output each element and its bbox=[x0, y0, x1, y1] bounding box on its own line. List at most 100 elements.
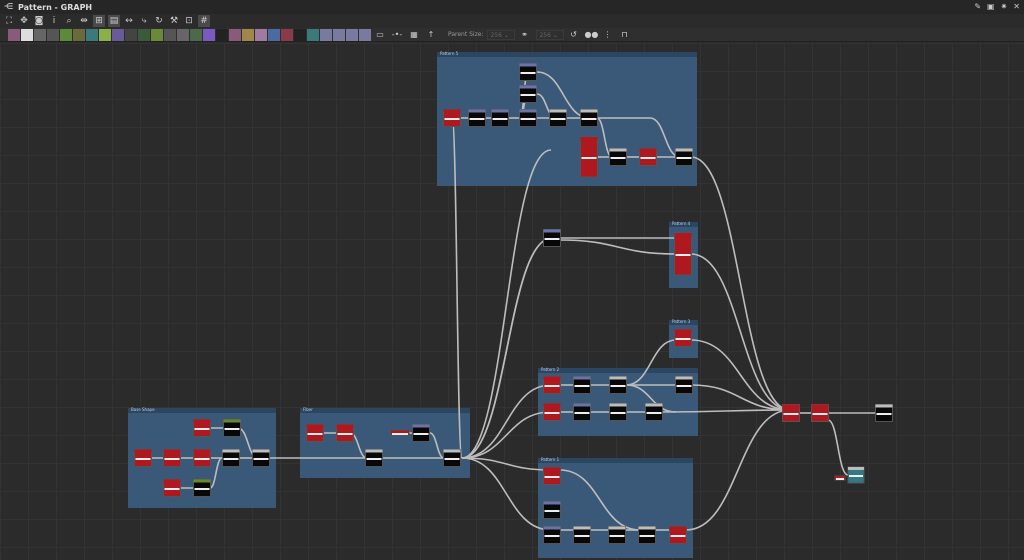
connection-wire[interactable] bbox=[660, 409, 791, 413]
transform-icon[interactable] bbox=[86, 28, 98, 41]
shuffle-icon[interactable] bbox=[47, 28, 59, 41]
connection-wire[interactable] bbox=[625, 339, 677, 386]
connection-wire[interactable] bbox=[690, 156, 791, 411]
connection-wire[interactable] bbox=[685, 409, 791, 531]
align-h-icon[interactable]: ●● bbox=[584, 29, 598, 41]
graph-node[interactable] bbox=[674, 329, 692, 347]
graph-node[interactable] bbox=[543, 501, 561, 519]
connection-wire[interactable] bbox=[559, 469, 641, 531]
connection-wire[interactable] bbox=[827, 419, 849, 476]
bitmap-icon[interactable] bbox=[8, 28, 20, 41]
tools-icon[interactable]: ⚒ bbox=[168, 15, 180, 27]
parent-width-select[interactable]: 256 ⌄ bbox=[487, 29, 516, 40]
color-wheel-icon[interactable] bbox=[203, 28, 215, 41]
comment-icon[interactable]: ▤ bbox=[108, 15, 120, 27]
switch-icon[interactable] bbox=[333, 28, 345, 41]
graph-node[interactable] bbox=[609, 376, 627, 394]
graph-node[interactable] bbox=[609, 403, 627, 421]
graph-node[interactable] bbox=[390, 430, 410, 436]
graph-node[interactable] bbox=[580, 136, 598, 178]
search-icon[interactable]: ⌕ bbox=[63, 15, 75, 27]
screenshot-icon[interactable]: ◙ bbox=[33, 15, 45, 27]
graph-node[interactable] bbox=[573, 403, 591, 421]
graph-node[interactable] bbox=[669, 526, 687, 544]
graph-node[interactable] bbox=[193, 449, 211, 467]
graph-node[interactable] bbox=[306, 424, 324, 442]
graph-node[interactable] bbox=[412, 424, 430, 442]
value-icon[interactable] bbox=[164, 28, 176, 41]
graph-node[interactable] bbox=[543, 376, 561, 394]
graph-node[interactable] bbox=[336, 424, 354, 442]
connection-wire[interactable] bbox=[690, 384, 791, 411]
graph-node[interactable] bbox=[580, 109, 598, 127]
graph-node[interactable] bbox=[875, 404, 893, 422]
frame-icon[interactable]: ▦ bbox=[408, 29, 420, 41]
connector-icon[interactable]: ⤷ bbox=[138, 15, 150, 27]
snap-icon[interactable]: ⊓ bbox=[618, 29, 630, 41]
noise-icon[interactable] bbox=[216, 28, 228, 41]
graph-node[interactable] bbox=[549, 109, 567, 127]
graph-node[interactable] bbox=[645, 403, 663, 421]
fx-map-icon[interactable] bbox=[294, 28, 306, 41]
graph-node[interactable] bbox=[193, 419, 211, 437]
graph-node[interactable] bbox=[163, 479, 181, 497]
graph-node[interactable] bbox=[468, 109, 486, 127]
graph-node[interactable] bbox=[675, 148, 693, 166]
graph-layout-icon[interactable]: ⊞ bbox=[93, 15, 105, 27]
connection-wire[interactable] bbox=[559, 239, 677, 255]
graph-node[interactable] bbox=[543, 229, 561, 247]
pin-icon[interactable]: ✎ bbox=[974, 2, 981, 11]
levels-icon[interactable] bbox=[73, 28, 85, 41]
graph-node[interactable] bbox=[443, 449, 461, 467]
svg-icon[interactable] bbox=[281, 28, 293, 41]
graph-node[interactable] bbox=[639, 148, 657, 166]
info-icon[interactable]: i bbox=[48, 15, 60, 27]
shape-icon[interactable] bbox=[112, 28, 124, 41]
tile-sampler-icon[interactable] bbox=[151, 28, 163, 41]
align-v-icon[interactable]: ⋮ bbox=[601, 29, 613, 41]
curve-icon[interactable] bbox=[99, 28, 111, 41]
warp-icon[interactable] bbox=[190, 28, 202, 41]
text-icon[interactable] bbox=[229, 28, 241, 41]
link-icon[interactable]: ⚭ bbox=[518, 29, 530, 41]
connection-wire[interactable] bbox=[461, 149, 552, 459]
graph-node[interactable] bbox=[519, 63, 537, 81]
graph-node[interactable] bbox=[573, 526, 591, 544]
close-icon[interactable]: ✕ bbox=[1013, 2, 1020, 11]
graph-node[interactable] bbox=[543, 467, 561, 485]
graph-node[interactable] bbox=[365, 449, 383, 467]
refresh-icon[interactable]: ↻ bbox=[153, 15, 165, 27]
dot-icon[interactable] bbox=[359, 28, 371, 41]
pin-icon[interactable]: -•- bbox=[391, 29, 403, 41]
connection-wire[interactable] bbox=[429, 432, 445, 459]
graph-node[interactable] bbox=[443, 109, 461, 127]
uniform-color-icon[interactable] bbox=[21, 28, 33, 41]
graph-node[interactable] bbox=[491, 109, 509, 127]
comment-icon[interactable]: ▭ bbox=[374, 29, 386, 41]
maximize-icon[interactable]: ✷ bbox=[1001, 2, 1008, 11]
connection-wire[interactable] bbox=[461, 237, 553, 459]
input-icon[interactable] bbox=[320, 28, 332, 41]
graph-node[interactable] bbox=[134, 449, 152, 467]
pan-icon[interactable]: ✥ bbox=[18, 15, 30, 27]
blend-icon[interactable] bbox=[138, 28, 150, 41]
graph-node[interactable] bbox=[223, 419, 241, 437]
navigation-pin-icon[interactable]: ↑ bbox=[425, 29, 437, 41]
connection-wire[interactable] bbox=[209, 457, 223, 489]
parent-height-select[interactable]: 256 ⌄ bbox=[536, 29, 565, 40]
graph-node[interactable] bbox=[543, 403, 561, 421]
graph-canvas[interactable]: Pattern 5 Pattern 4 Pattern 3 Pattern 2 … bbox=[0, 43, 1024, 560]
output-icon[interactable] bbox=[307, 28, 319, 41]
histogram-icon[interactable] bbox=[177, 28, 189, 41]
connection-wire[interactable] bbox=[451, 117, 463, 459]
graph-node[interactable] bbox=[252, 449, 270, 467]
graph-node[interactable] bbox=[222, 449, 240, 467]
graph-node[interactable] bbox=[609, 148, 627, 166]
connection-wire[interactable] bbox=[690, 339, 791, 411]
graph-node[interactable] bbox=[543, 526, 561, 544]
graph-node[interactable] bbox=[638, 526, 656, 544]
graph-node[interactable] bbox=[675, 376, 693, 394]
graph-node[interactable] bbox=[519, 85, 537, 103]
reset-icon[interactable]: ↺ bbox=[567, 29, 579, 41]
export-icon[interactable]: ⊡ bbox=[183, 15, 195, 27]
